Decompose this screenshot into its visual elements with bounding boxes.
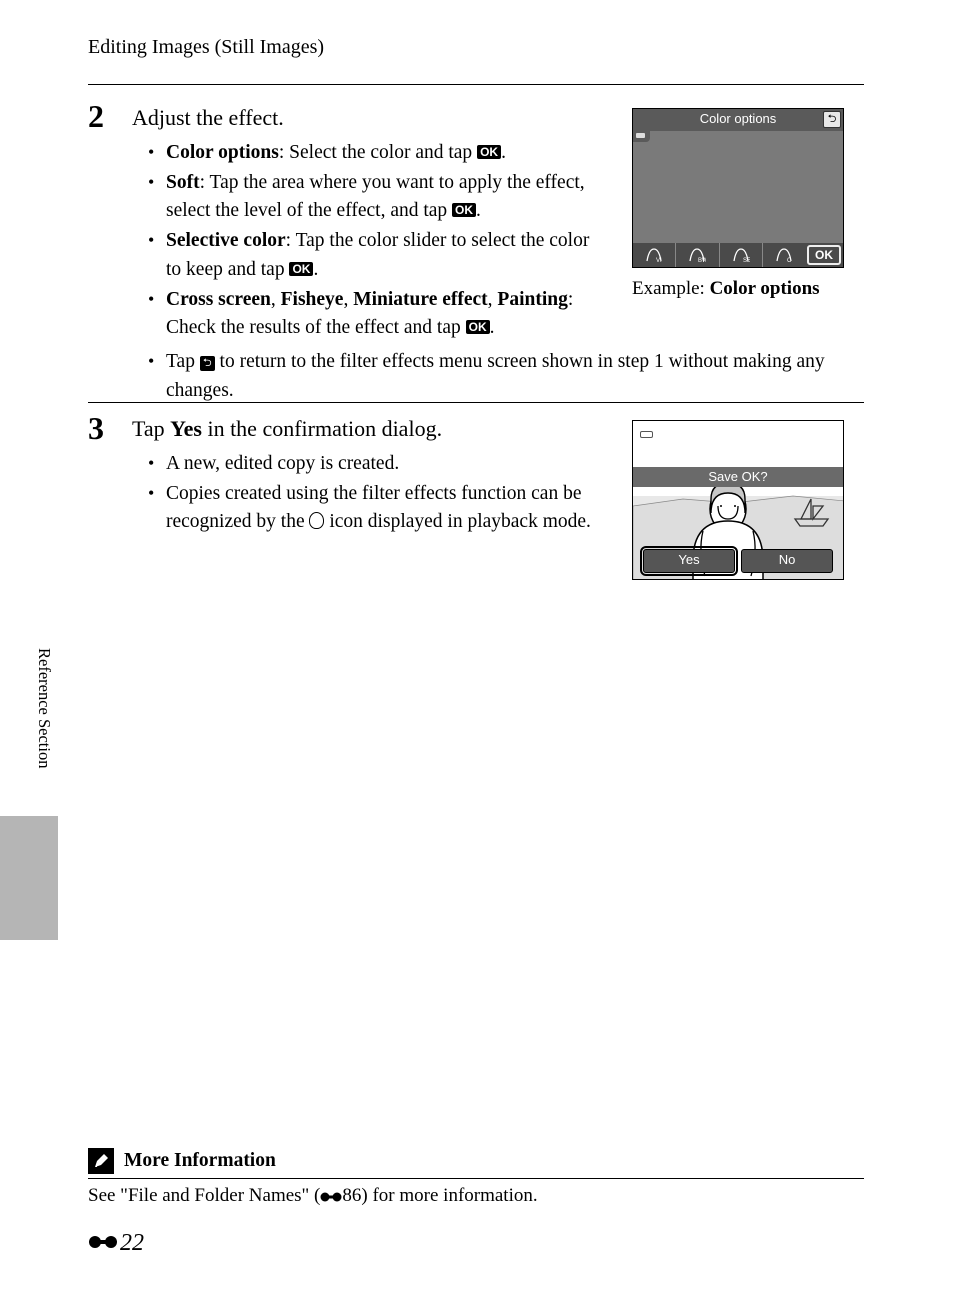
list-item: A new, edited copy is created.: [148, 450, 598, 478]
reference-icon: [320, 1186, 342, 1208]
list-item: Soft: Tap the area where you want to app…: [148, 169, 598, 226]
figure1-bottom-bar: VI BW SE C OK: [633, 243, 843, 267]
back-icon: ⮌: [200, 356, 215, 371]
figure2-buttons: Yes No: [643, 549, 833, 573]
page-number: 22: [88, 1230, 144, 1257]
more-info-header: More Information: [88, 1148, 864, 1179]
figure2-banner: Save OK?: [633, 467, 843, 487]
svg-text:BW: BW: [698, 258, 706, 263]
svg-text:C: C: [787, 258, 792, 263]
ok-icon: OK: [452, 203, 476, 217]
ok-icon: OK: [289, 262, 313, 276]
side-tab-label: Reference Section: [34, 648, 54, 768]
list-item: Tap ⮌ to return to the filter effects me…: [148, 348, 864, 405]
step-3-list: A new, edited copy is created. Copies cr…: [148, 450, 598, 537]
figure-color-options: Color options ⮌ VI BW SE C OK: [632, 108, 844, 268]
ok-icon: OK: [466, 320, 490, 334]
svg-text:SE: SE: [743, 258, 750, 263]
figure2-tab-icon: [640, 431, 653, 438]
step-3-rule: [88, 402, 864, 403]
reference-icon: [88, 1232, 118, 1259]
header-rule: [88, 84, 864, 85]
figure-save-dialog: Save OK? Yes No: [632, 420, 844, 580]
side-thumb-tab: [0, 816, 58, 940]
svg-text:VI: VI: [656, 258, 662, 263]
more-info-text: See "File and Folder Names" (86) for mor…: [88, 1185, 864, 1207]
figure1-back-icon: ⮌: [823, 111, 841, 128]
list-item: Copies created using the filter effects …: [148, 480, 598, 537]
list-item: Cross screen, Fisheye, Miniature effect,…: [148, 286, 598, 343]
figure1-title-bar: Color options ⮌: [633, 109, 843, 131]
step-3-number: 3: [88, 412, 104, 444]
step-2-list: Color options: Select the color and tap …: [148, 139, 598, 343]
filter-effects-icon: [309, 512, 324, 529]
filter-option-icon: SE: [720, 243, 763, 267]
figure1-side-tab: [633, 131, 650, 142]
yes-button: Yes: [643, 549, 735, 573]
more-information-section: More Information See "File and Folder Na…: [88, 1148, 864, 1207]
step-2-number: 2: [88, 100, 104, 132]
figure1-caption: Example: Color options: [632, 278, 844, 300]
more-info-title: More Information: [124, 1150, 276, 1172]
list-item: Selective color: Tap the color slider to…: [148, 227, 598, 284]
page-header: Editing Images (Still Images): [88, 36, 324, 59]
no-button: No: [741, 549, 833, 573]
list-item: Color options: Select the color and tap …: [148, 139, 598, 167]
ok-icon: OK: [477, 145, 501, 159]
step-2-list-wide: Tap ⮌ to return to the filter effects me…: [148, 348, 864, 405]
figure1-ok-button: OK: [807, 245, 841, 265]
filter-option-icon: VI: [633, 243, 676, 267]
note-icon: [88, 1148, 114, 1174]
filter-option-icon: C: [763, 243, 805, 267]
filter-option-icon: BW: [676, 243, 719, 267]
